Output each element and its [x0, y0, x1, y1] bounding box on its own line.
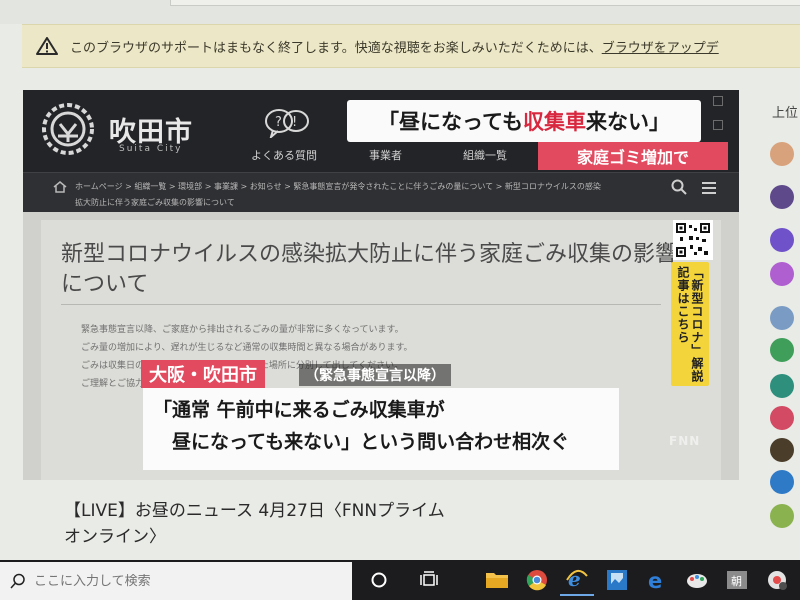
browser-top-strip	[0, 0, 800, 24]
media-icon[interactable]	[760, 564, 794, 596]
warning-message: このブラウザのサポートはまもなく終了します。快適な視聴をお楽しみいただくためには…	[70, 40, 602, 56]
svg-text:e: e	[648, 569, 662, 591]
fnn-watermark: FNN	[669, 434, 701, 448]
video-player[interactable]: 吹田市 Suita City ? ! よくある質問 事業者 組織一覧 「昼になっ…	[23, 90, 739, 480]
chat-panel-title[interactable]: 上位	[772, 102, 798, 121]
article-divider	[61, 304, 661, 305]
paint-icon[interactable]	[680, 564, 714, 596]
nav-business[interactable]: 事業者	[369, 147, 402, 163]
telop-quote: 「通常 午前中に来るごみ収集車が 昼になっても来ない」という問い合わせ相次ぐ	[143, 388, 619, 470]
article-body-line: 緊急事態宣言以降、ご家庭から排出されるごみの量が非常に多くなっています。	[81, 325, 404, 335]
update-browser-link[interactable]: ブラウザをアップデ	[602, 37, 719, 56]
chat-user-avatar[interactable]	[770, 438, 794, 462]
telop-tag: 家庭ゴミ増加で	[538, 142, 728, 170]
qr-code-pattern-icon	[676, 223, 710, 257]
taskbar-search-input[interactable]	[34, 573, 334, 589]
article-body-line: ごみ量の増加により、遅れが生じるなど通常の収集時間と異なる場合があります。	[81, 343, 413, 353]
telop-location: 大阪・吹田市	[141, 360, 265, 388]
telop-headline-highlight: 収集車	[522, 110, 586, 134]
file-explorer-icon[interactable]	[480, 564, 514, 596]
qr-code-icon[interactable]	[673, 220, 713, 260]
covid-article-banner[interactable]: 「新型コロナ」解説記事はこちら	[671, 262, 709, 386]
nav-faq[interactable]: よくある質問	[251, 147, 317, 163]
breadcrumb-line-2: 拡大防止に伴う家庭ごみ収集の影響について	[75, 198, 235, 207]
svg-text:朝: 朝	[731, 575, 742, 588]
faq-speech-bubble-icon: ? !	[265, 109, 309, 138]
news-app-icon[interactable]: 朝	[720, 564, 754, 596]
article-title: 新型コロナウイルスの感染拡大防止に伴う家庭ごみ収集の影響について	[61, 242, 678, 297]
nav-organizations[interactable]: 組織一覧	[463, 147, 507, 163]
chat-user-avatar[interactable]	[770, 185, 794, 209]
video-title-text: 【LIVE】お昼のニュース 4月27日〈FNNプライム オンライン〉	[64, 501, 445, 547]
header-deco-square	[713, 120, 723, 130]
home-icon	[53, 181, 67, 193]
chat-user-avatar[interactable]	[770, 338, 794, 362]
live-chat-panel: 上位	[748, 90, 800, 560]
internet-explorer-icon[interactable]: e	[560, 564, 594, 596]
search-icon	[10, 573, 25, 589]
chat-user-avatar[interactable]	[770, 228, 794, 252]
search-icon[interactable]	[671, 179, 687, 195]
chat-user-avatar[interactable]	[770, 142, 794, 166]
edge-icon[interactable]: e	[640, 564, 674, 596]
telop-headline-post: 来ない」	[585, 110, 670, 134]
header-deco-square	[713, 96, 723, 106]
warning-icon	[36, 37, 58, 55]
task-view-icon[interactable]	[412, 564, 446, 596]
chat-user-avatar[interactable]	[770, 470, 794, 494]
chat-user-avatar[interactable]	[770, 262, 794, 286]
covid-article-banner-text: 「新型コロナ」解説記事はこちら	[676, 266, 704, 383]
telop-headline-pre: 「昼になっても	[378, 110, 523, 134]
menu-icon[interactable]	[701, 181, 717, 195]
cortana-icon[interactable]	[362, 564, 396, 596]
svg-text:?: ?	[275, 115, 282, 130]
suita-city-emblem-icon	[42, 103, 94, 155]
telop-headline: 「昼になっても 収集車 来ない」	[347, 100, 701, 142]
telop-location-note: （緊急事態宣言以降）	[299, 364, 451, 386]
breadcrumb: ホームページ > 組織一覧 > 環境部 > 事業課 > お知らせ > 緊急事態宣…	[23, 172, 739, 212]
svg-text:!: !	[292, 115, 297, 130]
chat-user-avatar[interactable]	[770, 406, 794, 430]
video-title[interactable]: 【LIVE】お昼のニュース 4月27日〈FNNプライム オンライン〉	[64, 498, 684, 558]
browser-tab-edge	[170, 0, 800, 6]
chat-user-avatar[interactable]	[770, 504, 794, 528]
chat-user-avatar[interactable]	[770, 306, 794, 330]
photo-app-icon[interactable]	[600, 564, 634, 596]
windows-taskbar: e e 朝	[0, 560, 800, 600]
breadcrumb-line-1[interactable]: ホームページ > 組織一覧 > 環境部 > 事業課 > お知らせ > 緊急事態宣…	[75, 181, 665, 192]
browser-support-warning: このブラウザのサポートはまもなく終了します。快適な視聴をお楽しみいただくためには…	[22, 24, 800, 68]
chat-user-avatar[interactable]	[770, 374, 794, 398]
chrome-icon[interactable]	[520, 564, 554, 596]
site-logo-subtitle: Suita City	[119, 144, 183, 154]
suita-site-header: 吹田市 Suita City ? ! よくある質問 事業者 組織一覧 「昼になっ…	[23, 90, 739, 172]
taskbar-search[interactable]	[0, 562, 352, 600]
